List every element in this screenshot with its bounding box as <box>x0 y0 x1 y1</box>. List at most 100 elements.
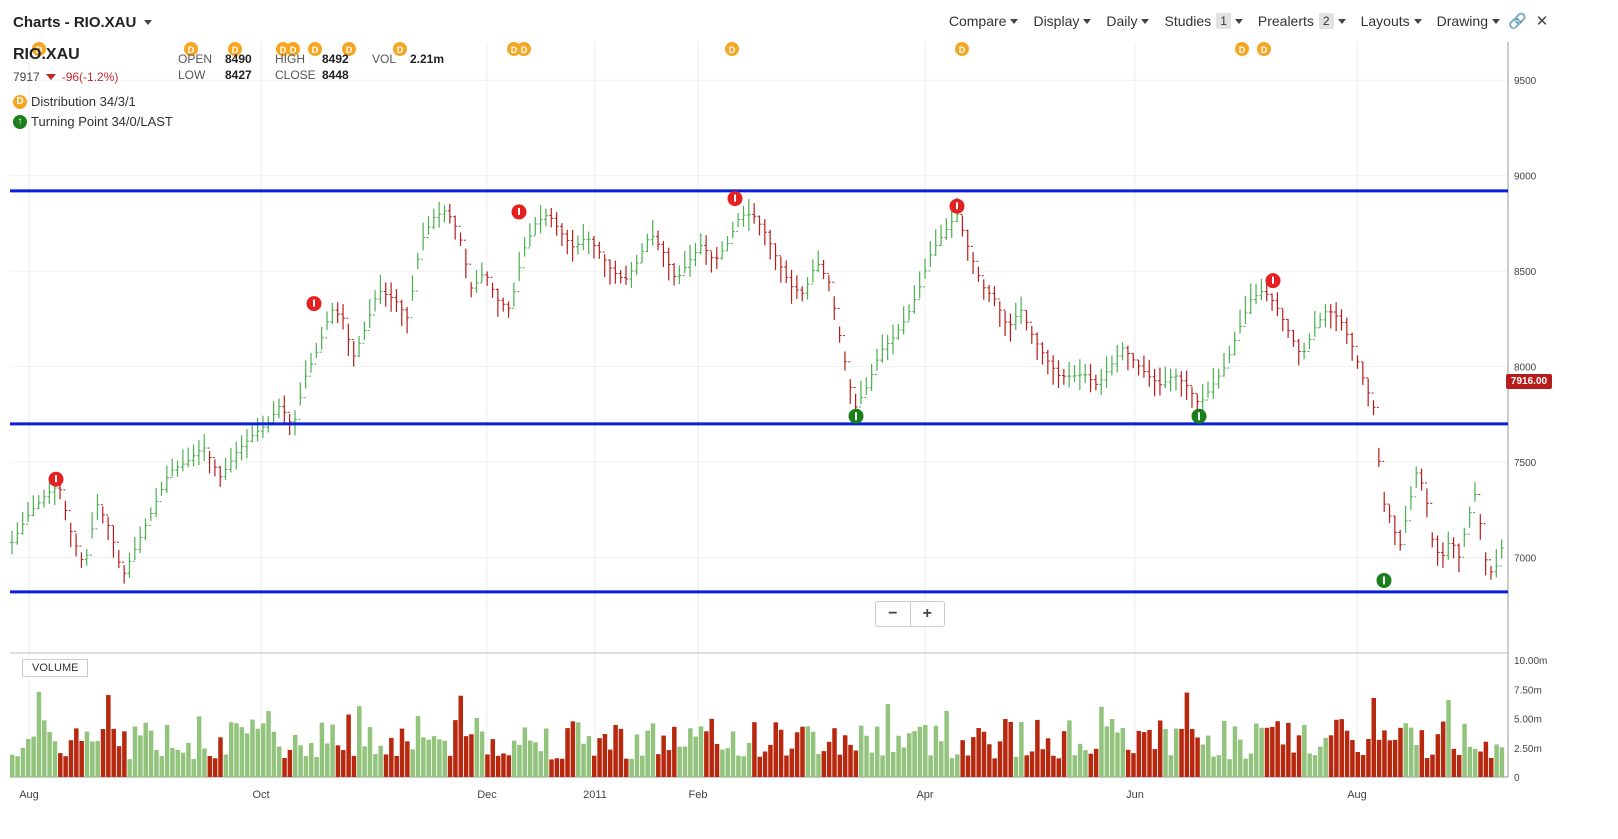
volume-bar <box>784 755 789 777</box>
close-label: CLOSE <box>275 68 316 82</box>
volume-bar <box>42 720 47 777</box>
volume-bar <box>90 741 95 777</box>
price-chart[interactable]: Aug Oct Dec 2011 Feb Apr Jun Aug 9500 9000 8500 800… <box>0 0 1618 839</box>
legend-distribution-label: Distribution 34/3/1 <box>31 94 136 109</box>
volume-bar <box>1179 728 1184 777</box>
volume-bar <box>949 758 955 777</box>
volume-bar <box>837 754 843 777</box>
distribution-marker-label: D <box>1239 45 1246 55</box>
volume-bar <box>1350 740 1355 777</box>
last-price: 7917 <box>13 70 40 84</box>
volume-bar <box>63 756 68 777</box>
volume-bar <box>832 728 837 777</box>
volume-bar <box>447 755 453 777</box>
volume-bar <box>1051 755 1056 777</box>
volume-bar <box>890 751 896 777</box>
volume-bar <box>132 726 138 777</box>
high-label: HIGH <box>275 52 305 66</box>
volume-bar <box>1462 723 1467 777</box>
volume-bar <box>1472 748 1478 777</box>
volume-bar <box>1376 739 1382 777</box>
volume-bar <box>1141 732 1147 777</box>
volume-bar <box>127 759 132 777</box>
x-tick-label: Jun <box>1126 789 1144 801</box>
x-tick-label: 2011 <box>583 789 607 801</box>
volume-bar <box>1173 728 1179 777</box>
volume-bar <box>1499 747 1505 777</box>
volume-bar <box>554 758 560 777</box>
volume-bar <box>437 739 442 777</box>
volume-bar <box>260 723 266 777</box>
volume-bar <box>495 755 501 777</box>
volume-bar <box>1024 755 1029 777</box>
zoom-in-button[interactable]: + <box>911 602 945 626</box>
volume-bar <box>698 726 704 777</box>
volume-bar <box>762 751 768 777</box>
volume-bar <box>180 752 186 777</box>
volume-bar <box>559 758 565 777</box>
volume-bar <box>581 743 586 777</box>
volume-bar <box>869 752 875 777</box>
volume-bar <box>661 735 666 777</box>
volume-bar <box>720 749 725 777</box>
legend-turning-point[interactable]: ↑ Turning Point 34/0/LAST <box>13 114 173 129</box>
volume-bar <box>330 724 335 777</box>
volume-bar <box>901 747 907 777</box>
legend-turning-point-label: Turning Point 34/0/LAST <box>31 114 173 129</box>
volume-bar <box>506 755 512 777</box>
volume-bar <box>1008 721 1013 777</box>
volume-bar <box>218 737 223 777</box>
legend-distribution[interactable]: D Distribution 34/3/1 <box>13 94 136 109</box>
volume-bar <box>549 759 554 777</box>
volume-bar <box>52 741 58 777</box>
volume-bar <box>1131 753 1136 777</box>
volume-bar <box>917 726 923 777</box>
vol-label: VOL <box>372 52 397 66</box>
volume-bar <box>186 742 191 777</box>
volume-bar <box>757 756 762 777</box>
volume-bar <box>143 722 148 777</box>
volume-bar <box>1147 729 1152 777</box>
turning-point-icon: ↑ <box>13 114 27 129</box>
volume-bar <box>1478 751 1483 777</box>
volume-bar <box>768 744 773 777</box>
volume-bar <box>47 731 52 777</box>
volume-bar <box>928 755 933 777</box>
volume-bar <box>511 740 517 777</box>
volume-bar <box>1072 755 1078 777</box>
volume-bar <box>613 725 618 777</box>
volume-bar <box>1077 743 1083 777</box>
distribution-marker-label: D <box>959 45 966 55</box>
volume-bar <box>896 735 901 777</box>
volume-bar <box>1019 721 1024 777</box>
volume-bar <box>31 736 36 777</box>
price-tick-label: 9000 <box>1514 172 1537 183</box>
volume-bar <box>234 723 239 777</box>
volume-bar <box>463 736 469 777</box>
volume-bar <box>1264 727 1270 777</box>
zoom-out-button[interactable]: − <box>876 602 911 626</box>
volume-bar <box>1206 735 1211 777</box>
volume-bar <box>1387 740 1393 777</box>
volume-bar <box>164 724 170 777</box>
volume-bar <box>522 727 528 777</box>
down-arrow-icon <box>45 74 56 80</box>
volume-bar <box>1440 721 1446 777</box>
volume-bar <box>858 725 864 777</box>
x-tick-label: Aug <box>1347 789 1367 801</box>
volume-bar <box>1115 732 1120 777</box>
volume-bar <box>976 728 981 777</box>
x-tick-label: Dec <box>477 789 497 801</box>
volume-bar <box>170 748 175 777</box>
volume-bar <box>154 750 159 777</box>
volume-label-button[interactable]: VOLUME <box>22 659 89 677</box>
volume-bar <box>362 746 367 777</box>
x-tick-label: Apr <box>916 789 933 801</box>
x-tick-label: Feb <box>689 789 708 801</box>
volume-bar <box>709 718 714 777</box>
volume-bar <box>1222 720 1227 777</box>
volume-bar <box>933 725 939 777</box>
volume-bar <box>421 737 426 777</box>
volume-bar <box>1232 726 1238 777</box>
vol-value: 2.21m <box>410 52 445 66</box>
